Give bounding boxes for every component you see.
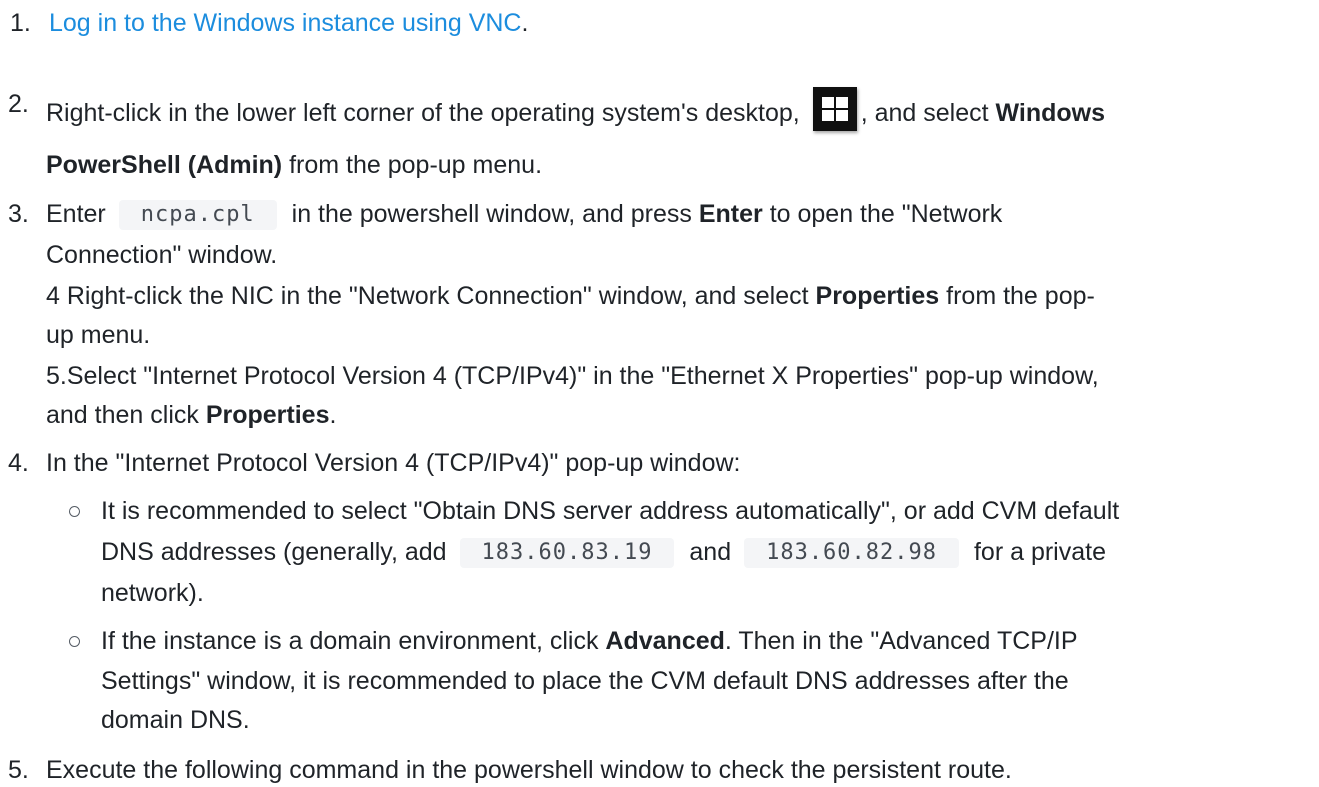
step-3-line-2: Connection" window.	[46, 241, 278, 269]
step-3-line-5: 5.Select "Internet Protocol Version 4 (T…	[46, 362, 1099, 390]
properties-label-1: Properties	[815, 282, 940, 310]
bullet-1-pre: DNS addresses (generally, add	[101, 538, 447, 566]
bullet-1-and: and	[689, 538, 732, 566]
step-1-text: Log in to the Windows instance using VNC…	[49, 6, 528, 40]
step-1-number: 1.	[10, 9, 31, 37]
step-5-number: 5.	[8, 756, 29, 784]
bullet-1-line-3: network).	[101, 579, 204, 607]
bullet-2-pre: If the instance is a domain environment,…	[101, 627, 599, 655]
vnc-login-link[interactable]: Log in to the Windows instance using VNC	[49, 9, 521, 37]
step-3-number: 3.	[8, 200, 29, 228]
step-3-mid: in the powershell window, and press	[291, 200, 692, 228]
step-3-sub4-post: from the pop-	[946, 282, 1095, 310]
step-3-line-1: Enter ncpa.cpl in the powershell window,…	[46, 197, 1002, 231]
bullet-2-post: . Then in the "Advanced TCP/IP	[724, 627, 1078, 655]
step-2-post: from the pop-up menu.	[289, 151, 543, 179]
step-2-line-1: Right-click in the lower left corner of …	[46, 87, 1105, 131]
step-2-line-2: PowerShell (Admin) from the pop-up menu.	[46, 148, 542, 182]
windows-label: Windows	[995, 99, 1106, 127]
bullet-2-icon	[69, 636, 80, 647]
step-3-sub4-pre: 4 Right-click the NIC in the "Network Co…	[46, 282, 809, 310]
bullet-1-post: for a private	[973, 538, 1106, 566]
properties-label-2: Properties	[205, 401, 330, 429]
step-3-line-6: and then click Properties.	[46, 398, 336, 432]
bullet-1-line-1: It is recommended to select "Obtain DNS …	[101, 497, 1120, 525]
bullet-2-line-3: domain DNS.	[101, 706, 250, 734]
step-2-number: 2.	[8, 90, 29, 118]
step-3-line-3: 4 Right-click the NIC in the "Network Co…	[46, 279, 1095, 313]
advanced-label: Advanced	[605, 627, 725, 655]
windows-logo-icon	[812, 87, 857, 131]
step-4-text: In the "Internet Protocol Version 4 (TCP…	[46, 449, 741, 477]
enter-key-label: Enter	[698, 200, 763, 228]
dns-address-1-code: 183.60.83.19	[459, 538, 675, 568]
bullet-2-line-2: Settings" window, it is recommended to p…	[101, 667, 1069, 695]
step-5-text: Execute the following command in the pow…	[46, 756, 1012, 784]
step-3-post: to open the "Network	[769, 200, 1003, 228]
dns-address-2-code: 183.60.82.98	[744, 538, 960, 568]
step-3-line-4: up menu.	[46, 321, 151, 349]
bullet-1-icon	[69, 506, 80, 517]
powershell-admin-label: PowerShell (Admin)	[46, 151, 283, 179]
bullet-2-line-1: If the instance is a domain environment,…	[101, 624, 1078, 658]
ncpa-code: ncpa.cpl	[118, 200, 277, 230]
step-3-sub5-period: .	[329, 401, 337, 429]
step-3-pre: Enter	[46, 200, 106, 228]
bullet-1-line-2: DNS addresses (generally, add 183.60.83.…	[101, 535, 1106, 569]
step-2-mid: , and select	[860, 99, 989, 127]
step-3-sub5-pre: and then click	[46, 401, 199, 429]
step-4-number: 4.	[8, 449, 29, 477]
step-1-period: .	[521, 9, 529, 37]
step-2-pre: Right-click in the lower left corner of …	[46, 99, 800, 127]
